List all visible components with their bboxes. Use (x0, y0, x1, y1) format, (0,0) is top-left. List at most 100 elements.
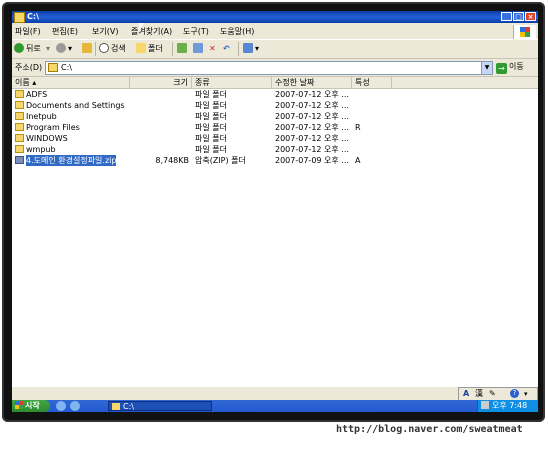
file-row[interactable]: 4.도메인 환경설정파일.zip 8,748KB 압축(ZIP) 폴더 2007-07… (12, 155, 538, 166)
title-bar[interactable]: C:\ _ □ × (12, 11, 538, 23)
file-modified: 2007-07-12 오후 ... (275, 145, 349, 154)
search-button[interactable]: 검색 (99, 42, 126, 56)
help-button[interactable]: ? (510, 389, 519, 398)
toolbar: 뒤로 ▾ ▾ 검색 폴더 ✕ ↶ ▾ (12, 40, 538, 59)
system-tray: 오후 7:48 (477, 400, 538, 412)
folder-icon (14, 12, 25, 23)
address-bar: 주소(D) C:\ ▼ → 이동 (12, 59, 538, 77)
up-folder-button[interactable] (82, 42, 94, 56)
menu-help[interactable]: 도움말(H) (220, 26, 254, 37)
quicklaunch-ie-icon[interactable] (70, 401, 80, 411)
file-attributes: A (355, 156, 361, 165)
quicklaunch-desktop-icon[interactable] (56, 401, 66, 411)
file-row[interactable]: Program Files 파일 폴더 2007-07-12 오후 ... R (12, 122, 538, 133)
column-header-type[interactable]: 종류 (192, 77, 272, 88)
folder-icon (15, 145, 24, 153)
input-mode-button[interactable]: A (463, 388, 469, 400)
file-type: 파일 폴더 (195, 112, 227, 121)
hanja-button[interactable]: 漢 (475, 388, 483, 400)
file-name: Inetpub (26, 112, 57, 121)
file-row[interactable]: WINDOWS 파일 폴더 2007-07-12 오후 ... (12, 133, 538, 144)
address-input[interactable]: C:\ ▼ (45, 61, 493, 75)
file-modified: 2007-07-12 오후 ... (275, 123, 349, 132)
delete-button[interactable]: ✕ (209, 42, 216, 56)
language-bar: A 漢 ✎ ? ▾ (458, 387, 538, 401)
menu-favorites[interactable]: 즐겨찾기(A) (131, 26, 172, 37)
menu-edit[interactable]: 편집(E) (52, 26, 78, 37)
go-button[interactable]: → 이동 (496, 60, 536, 74)
undo-icon: ↶ (223, 44, 230, 53)
menu-file[interactable]: 파일(F) (15, 26, 41, 37)
file-row[interactable]: ADFS 파일 폴더 2007-07-12 오후 ... (12, 89, 538, 100)
column-headers: 이름 ▴ 크기 종류 수정한 날짜 특성 (12, 77, 538, 89)
file-row[interactable]: Documents and Settings 파일 폴더 2007-07-12 오후… (12, 100, 538, 111)
file-row[interactable]: wmpub 파일 폴더 2007-07-12 오후 ... (12, 144, 538, 155)
drive-icon (48, 63, 58, 72)
taskbar: 시작 C:\ 오후 7:48 (12, 400, 538, 412)
maximize-button[interactable]: □ (513, 12, 524, 21)
back-button[interactable]: 뒤로 (14, 42, 41, 56)
folder-icon (15, 101, 24, 109)
file-modified: 2007-07-12 오후 ... (275, 101, 349, 110)
windows-flag-icon (520, 27, 530, 37)
photo-frame: C:\ _ □ × 파일(F) 편집(E) 보기(V) 즐겨찾기(A) 도구(T… (2, 2, 545, 422)
folder-icon (15, 112, 24, 120)
views-button[interactable]: ▾ (243, 42, 259, 56)
back-label: 뒤로 (26, 44, 41, 53)
windows-logo (513, 25, 536, 39)
taskbar-item-label: C:\ (123, 402, 134, 411)
folders-button[interactable]: 폴더 (136, 42, 163, 56)
start-label: 시작 (25, 401, 40, 410)
delete-icon: ✕ (209, 44, 216, 53)
column-header-size[interactable]: 크기 (130, 77, 192, 88)
menu-tools[interactable]: 도구(T) (183, 26, 209, 37)
langbar-options-icon[interactable]: ▾ (524, 388, 528, 400)
views-icon (243, 43, 253, 53)
clock: 오후 7:48 (492, 401, 528, 410)
zip-folder-icon (15, 156, 24, 164)
toolbar-divider (172, 42, 173, 56)
go-label: 이동 (509, 62, 524, 71)
column-header-name[interactable]: 이름 ▴ (12, 77, 130, 88)
forward-arrow-icon (56, 43, 66, 53)
file-type: 파일 폴더 (195, 145, 227, 154)
undo-button[interactable]: ↶ (223, 42, 230, 56)
window-title: C:\ (27, 12, 39, 21)
copy-to-icon (193, 43, 203, 53)
address-label: 주소(D) (15, 63, 43, 72)
file-name: ADFS (26, 90, 48, 99)
minimize-button[interactable]: _ (501, 12, 512, 21)
file-type: 파일 폴더 (195, 101, 227, 110)
back-arrow-icon (14, 43, 24, 53)
file-name: Documents and Settings (26, 101, 125, 110)
folder-icon (112, 403, 120, 410)
forward-button[interactable]: ▾ (56, 42, 72, 56)
file-name: 4.도메인 환경설정파일.zip (26, 155, 117, 166)
file-name: wmpub (26, 145, 56, 154)
address-dropdown-button[interactable]: ▼ (481, 62, 492, 74)
file-modified: 2007-07-12 오후 ... (275, 112, 349, 121)
network-icon[interactable] (481, 401, 489, 409)
file-modified: 2007-07-12 오후 ... (275, 90, 349, 99)
column-header-attributes[interactable]: 특성 (352, 77, 392, 88)
watermark: http://blog.naver.com/sweatmeat (336, 424, 523, 435)
search-label: 검색 (111, 44, 126, 53)
column-header-modified[interactable]: 수정한 날짜 (272, 77, 352, 88)
file-type: 파일 폴더 (195, 123, 227, 132)
taskbar-item-explorer[interactable]: C:\ (108, 401, 212, 411)
move-to-icon (177, 43, 187, 53)
ime-tool-icon[interactable]: ✎ (489, 388, 496, 400)
file-row[interactable]: Inetpub 파일 폴더 2007-07-12 오후 ... (12, 111, 538, 122)
window-controls: _ □ × (501, 12, 536, 21)
menu-view[interactable]: 보기(V) (92, 26, 118, 37)
back-dropdown[interactable]: ▾ (46, 42, 50, 56)
move-to-button[interactable] (177, 42, 189, 56)
file-type: 파일 폴더 (195, 90, 227, 99)
file-list[interactable]: 이름 ▴ 크기 종류 수정한 날짜 특성 ADFS 파일 폴더 2007-07-12… (12, 77, 538, 387)
file-type: 파일 폴더 (195, 134, 227, 143)
start-button[interactable]: 시작 (12, 400, 50, 412)
close-button[interactable]: × (525, 12, 536, 21)
copy-to-button[interactable] (193, 42, 205, 56)
folder-icon (15, 123, 24, 131)
folder-icon (15, 90, 24, 98)
